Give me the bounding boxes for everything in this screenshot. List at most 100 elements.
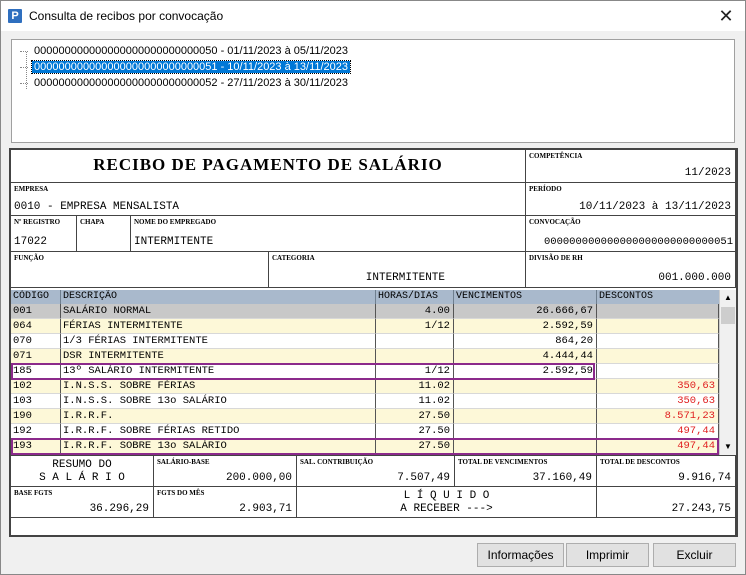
cell-codigo: 193: [11, 439, 61, 454]
cell-descontos: [597, 349, 719, 364]
empresa-cell: EMPRESA 0010 - EMPRESA MENSALISTA: [11, 183, 526, 216]
cell-descontos: [597, 334, 719, 349]
cell-horas: 11.02: [376, 394, 454, 409]
divisao-rh-cell: DIVISÃO DE RH 001.000.000: [526, 252, 736, 288]
cell-codigo: 185: [11, 364, 61, 379]
informacoes-button[interactable]: Informações: [477, 543, 564, 567]
empresa-label: EMPRESA: [14, 185, 49, 193]
cell-codigo: 192: [11, 424, 61, 439]
funcao-label: FUNÇÃO: [14, 254, 44, 262]
categoria-label: CATEGORIA: [272, 254, 315, 262]
tree-item-convocacao-50[interactable]: 000000000000000000000000000050 - 01/11/2…: [20, 44, 348, 59]
cell-vencimentos: [454, 379, 597, 394]
cell-horas: 11.02: [376, 379, 454, 394]
col-header-descontos[interactable]: DESCONTOS: [597, 290, 719, 304]
salario-base-cell: SALÁRIO-BASE 200.000,00: [154, 455, 297, 487]
cell-codigo: 103: [11, 394, 61, 409]
liquido-line2: A RECEBER --->: [400, 503, 493, 515]
chapa-label: CHAPA: [80, 218, 105, 226]
cell-codigo: 102: [11, 379, 61, 394]
table-row[interactable]: 193 I.R.R.F. SOBRE 13o SALÁRIO 27.50 497,44: [11, 439, 719, 454]
eventos-grid[interactable]: CÓDIGO DESCRIÇÃO HORAS/DIAS VENCIMENTOS …: [11, 290, 736, 455]
recibo-title-cell: RECIBO DE PAGAMENTO DE SALÁRIO: [11, 150, 526, 183]
liquido-value: 27.243,75: [671, 503, 731, 515]
col-header-horas[interactable]: HORAS/DIAS: [376, 290, 454, 304]
base-fgts-value: 36.296,29: [89, 503, 149, 515]
table-row[interactable]: 102 I.N.S.S. SOBRE FÉRIAS 11.02 350,63: [11, 379, 719, 394]
col-header-descricao[interactable]: DESCRIÇÃO: [61, 290, 376, 304]
resumo-line1: RESUMO DO: [52, 459, 112, 471]
cell-descontos: [597, 319, 719, 334]
cell-descontos: 350,63: [597, 379, 719, 394]
cell-horas: 1/12: [376, 364, 454, 379]
col-header-codigo[interactable]: CÓDIGO: [11, 290, 61, 304]
total-descontos-cell: TOTAL DE DESCONTOS 9.916,74: [597, 455, 736, 487]
categoria-value: INTERMITENTE: [365, 272, 445, 284]
cell-vencimentos: 26.666,67: [454, 304, 597, 319]
scroll-down-icon[interactable]: ▼: [720, 439, 736, 455]
convocacao-tree[interactable]: 000000000000000000000000000050 - 01/11/2…: [11, 39, 735, 143]
table-row[interactable]: 001 SALÁRIO NORMAL 4.00 26.666,67: [11, 304, 719, 319]
cell-descricao: DSR INTERMITENTE: [61, 349, 376, 364]
cell-vencimentos: [454, 394, 597, 409]
cell-descricao: I.N.S.S. SOBRE FÉRIAS: [61, 379, 376, 394]
table-row[interactable]: 064 FÉRIAS INTERMITENTE 1/12 2.592,59: [11, 319, 719, 334]
table-row[interactable]: 071 DSR INTERMITENTE 4.444,44: [11, 349, 719, 364]
registro-label: Nº REGISTRO: [14, 218, 61, 226]
liquido-value-cell: 27.243,75: [597, 487, 736, 518]
convocacao-cell: CONVOCAÇÃO 00000000000000000000000000005…: [526, 216, 736, 252]
close-icon[interactable]: ✕: [715, 5, 737, 27]
table-row[interactable]: 103 I.N.S.S. SOBRE 13o SALÁRIO 11.02 350,63: [11, 394, 719, 409]
excluir-button[interactable]: Excluir: [653, 543, 736, 567]
sal-contribuicao-value: 7.507,49: [397, 472, 450, 484]
divisao-rh-value: 001.000.000: [658, 272, 731, 284]
resumo-line2: S A L Á R I O: [39, 472, 125, 484]
grid-scrollbar[interactable]: ▲ ▼: [719, 290, 736, 455]
base-fgts-label: BASE FGTS: [14, 489, 53, 497]
recibo-pagamento: RECIBO DE PAGAMENTO DE SALÁRIO COMPETÊNC…: [9, 148, 738, 537]
cell-vencimentos: [454, 439, 597, 454]
tree-item-convocacao-52[interactable]: 000000000000000000000000000052 - 27/11/2…: [20, 76, 348, 91]
tree-item-convocacao-51[interactable]: 000000000000000000000000000051 - 10/11/2…: [20, 60, 352, 75]
liquido-label-cell: L Í Q U I D O A RECEBER --->: [297, 487, 597, 518]
total-vencimentos-value: 37.160,49: [532, 472, 592, 484]
scroll-up-icon[interactable]: ▲: [720, 290, 736, 306]
cell-vencimentos: 4.444,44: [454, 349, 597, 364]
scroll-thumb[interactable]: [721, 307, 735, 324]
base-fgts-cell: BASE FGTS 36.296,29: [11, 487, 154, 518]
cell-descontos: 497,44: [597, 424, 719, 439]
table-row[interactable]: 190 I.R.R.F. 27.50 8.571,23: [11, 409, 719, 424]
cell-vencimentos: 2.592,59: [454, 364, 597, 379]
total-vencimentos-cell: TOTAL DE VENCIMENTOS 37.160,49: [455, 455, 597, 487]
total-descontos-value: 9.916,74: [678, 472, 731, 484]
cell-codigo: 070: [11, 334, 61, 349]
table-row[interactable]: 185 13º SALÁRIO INTERMITENTE 1/12 2.592,59: [11, 364, 719, 379]
fgts-mes-cell: FGTS DO MÊS 2.903,71: [154, 487, 297, 518]
imprimir-button[interactable]: Imprimir: [566, 543, 649, 567]
cell-codigo: 064: [11, 319, 61, 334]
periodo-value: 10/11/2023 à 13/11/2023: [579, 201, 731, 213]
cell-horas: 27.50: [376, 409, 454, 424]
cell-descricao: I.R.R.F.: [61, 409, 376, 424]
table-row[interactable]: 192 I.R.R.F. SOBRE FÉRIAS RETIDO 27.50 497,…: [11, 424, 719, 439]
title-bar: P Consulta de recibos por convocação ✕: [1, 1, 745, 31]
registro-cell: Nº REGISTRO 17022: [11, 216, 77, 252]
cell-descontos: [597, 364, 719, 379]
cell-vencimentos: 2.592,59: [454, 319, 597, 334]
cell-codigo: 071: [11, 349, 61, 364]
table-row[interactable]: 070 1/3 FÉRIAS INTERMITENTE 864,20: [11, 334, 719, 349]
divisao-rh-label: DIVISÃO DE RH: [529, 254, 583, 262]
consulta-recibos-window: P Consulta de recibos por convocação ✕ 0…: [0, 0, 746, 575]
col-header-vencimentos[interactable]: VENCIMENTOS: [454, 290, 597, 304]
periodo-label: PERÍODO: [529, 185, 562, 193]
nome-empregado-label: NOME DO EMPREGADO: [134, 218, 217, 226]
periodo-cell: PERÍODO 10/11/2023 à 13/11/2023: [526, 183, 736, 216]
app-icon: P: [8, 9, 22, 23]
chapa-cell: CHAPA: [77, 216, 131, 252]
fgts-mes-value: 2.903,71: [239, 503, 292, 515]
cell-descontos: 497,44: [597, 439, 719, 454]
salario-base-label: SALÁRIO-BASE: [157, 458, 210, 466]
salario-base-value: 200.000,00: [225, 472, 292, 484]
window-title: Consulta de recibos por convocação: [29, 9, 224, 23]
cell-horas: [376, 334, 454, 349]
